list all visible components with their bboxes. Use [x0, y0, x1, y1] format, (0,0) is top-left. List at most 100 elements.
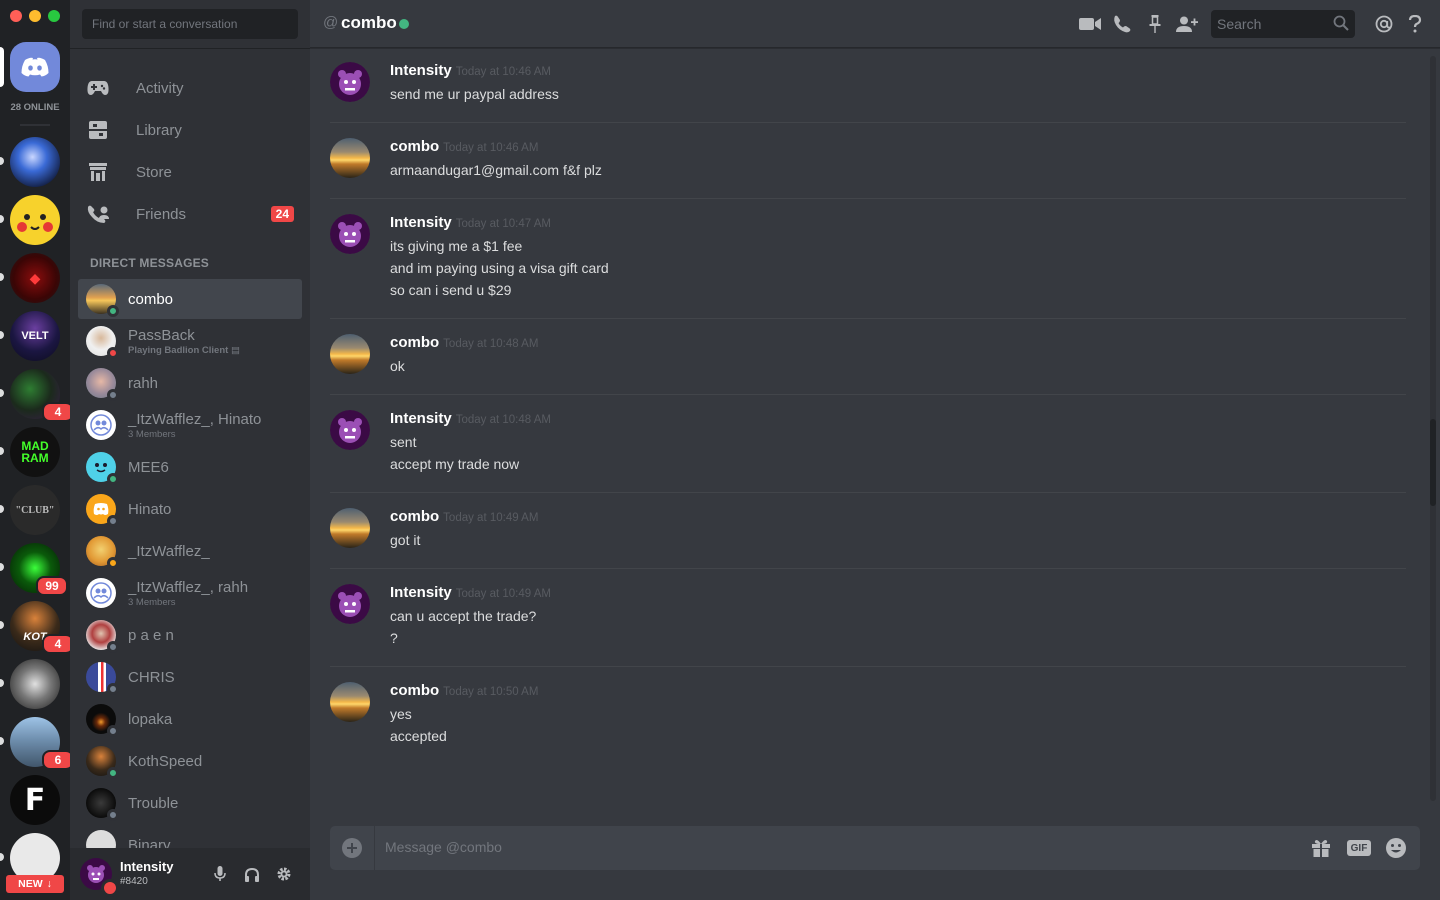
dm-item-rahh[interactable]: rahh	[78, 363, 302, 403]
message-author[interactable]: Intensity	[390, 410, 452, 427]
dm-name: _ItzWafflez_, rahh	[128, 578, 249, 596]
nav-label: Store	[136, 163, 172, 181]
message-author[interactable]: Intensity	[390, 62, 452, 79]
guild-icon-1[interactable]	[10, 137, 60, 187]
message-avatar[interactable]	[330, 584, 370, 624]
emoji-icon[interactable]	[1385, 836, 1407, 860]
guild-pikachu-icon[interactable]	[10, 195, 60, 245]
mee6-face-icon	[95, 463, 107, 473]
nav-friends[interactable]: Friends 24	[78, 194, 302, 234]
message-author[interactable]: combo	[390, 682, 439, 699]
status-offline-indicator	[107, 389, 119, 401]
message-author-row: Intensity Today at 10:49 AM	[390, 584, 551, 601]
dm-name: PassBack	[128, 326, 195, 344]
dm-item-trouble[interactable]: Trouble	[78, 783, 302, 823]
message-avatar[interactable]	[330, 334, 370, 374]
maximize-window-button[interactable]	[48, 10, 60, 22]
message-input[interactable]: Message @combo	[385, 839, 502, 855]
message-avatar[interactable]	[330, 410, 370, 450]
message-avatar[interactable]	[330, 62, 370, 102]
dm-item-group-wafflez-rahh[interactable]: _ItzWafflez_, rahh 3 Members	[78, 573, 302, 613]
guild-mention-badge: 99	[36, 576, 68, 596]
store-icon	[86, 160, 110, 184]
user-tag: #8420	[120, 876, 148, 887]
gift-icon[interactable]	[1311, 836, 1331, 860]
add-friend-to-dm-icon[interactable]	[1175, 12, 1199, 36]
message-avatar[interactable]	[330, 138, 370, 178]
message-divider	[330, 318, 1406, 319]
find-conversation-input[interactable]: Find or start a conversation	[82, 9, 298, 39]
dm-item-chris[interactable]: CHRIS	[78, 657, 302, 697]
gamepad-icon	[86, 76, 110, 100]
message-author[interactable]: Intensity	[390, 584, 452, 601]
settings-gear-icon[interactable]	[274, 864, 294, 884]
dm-item-combo[interactable]: combo	[78, 279, 302, 319]
dm-item-hinato[interactable]: Hinato	[78, 489, 302, 529]
message-text: accepted	[390, 728, 447, 744]
guild-unread-pill	[0, 215, 4, 223]
dm-item-passback[interactable]: PassBack Playing Badlion Client ▤	[78, 321, 302, 361]
guild-icon-3[interactable]: ◆	[10, 253, 60, 303]
guild-club-icon[interactable]: "CLUB"	[10, 485, 60, 535]
dm-item-mee6[interactable]: MEE6	[78, 447, 302, 487]
close-window-button[interactable]	[10, 10, 22, 22]
new-label: NEW	[18, 878, 43, 890]
dm-item-itzwafflez[interactable]: _ItzWafflez_	[78, 531, 302, 571]
chat-area: @ combo Search Intensity Today at 10:46 A…	[310, 0, 1440, 900]
game-icon: ▤	[230, 344, 240, 356]
pin-icon[interactable]	[1143, 12, 1167, 36]
dm-item-kothspeed[interactable]: KothSpeed	[78, 741, 302, 781]
headphones-icon[interactable]	[242, 864, 262, 884]
voice-call-icon[interactable]	[1110, 12, 1134, 36]
status-online-indicator	[399, 19, 409, 29]
message-avatar[interactable]	[330, 682, 370, 722]
message-author[interactable]: combo	[390, 138, 439, 155]
guild-unread-pill	[0, 157, 4, 165]
minimize-window-button[interactable]	[29, 10, 41, 22]
video-call-icon[interactable]	[1078, 12, 1102, 36]
message-avatar[interactable]	[330, 508, 370, 548]
message-avatar[interactable]	[330, 214, 370, 254]
microphone-icon[interactable]	[210, 864, 230, 884]
message-text: ok	[390, 358, 405, 374]
message-author[interactable]: combo	[390, 508, 439, 525]
dm-item-lopaka[interactable]: lopaka	[78, 699, 302, 739]
dm-item-group-wafflez-hinato[interactable]: _ItzWafflez_, Hinato 3 Members	[78, 405, 302, 445]
dm-name: lopaka	[128, 710, 173, 728]
guild-f-icon[interactable]: F	[10, 775, 60, 825]
guild-separator	[20, 124, 50, 126]
upload-plus-icon[interactable]	[342, 838, 362, 858]
scrollbar-thumb[interactable]	[1430, 419, 1436, 506]
guild-velt-icon[interactable]: VELT	[10, 311, 60, 361]
message-text: got it	[390, 532, 421, 548]
composer-divider	[374, 826, 375, 870]
avatar	[86, 536, 119, 569]
mentions-icon[interactable]	[1372, 12, 1396, 36]
guild-madram-icon[interactable]: MAD RAM	[10, 427, 60, 477]
avatar	[86, 452, 119, 485]
home-button[interactable]	[10, 42, 60, 92]
nav-library[interactable]: Library	[78, 110, 302, 150]
guild-unread-pill	[0, 505, 4, 513]
search-input[interactable]: Search	[1211, 10, 1355, 38]
message-author[interactable]: combo	[390, 334, 439, 351]
message-text: armaandugar1@gmail.com f&f plz	[390, 162, 602, 178]
nav-store[interactable]: Store	[78, 152, 302, 192]
message-divider	[330, 666, 1406, 667]
new-unreads-badge[interactable]: NEW ↓	[6, 875, 64, 893]
message-text: so can i send u $29	[390, 282, 512, 298]
message-text: sent	[390, 434, 417, 450]
home-selected-pill	[0, 47, 4, 87]
help-icon[interactable]	[1403, 12, 1427, 36]
discord-default-avatar-icon	[93, 503, 109, 515]
gif-button[interactable]: GIF	[1347, 840, 1371, 856]
guild-wolf-icon[interactable]	[10, 659, 60, 709]
message-author[interactable]: Intensity	[390, 214, 452, 231]
search-icon	[1333, 15, 1349, 34]
dm-item-paen[interactable]: p a e n	[78, 615, 302, 655]
message-scrollbar[interactable]	[1430, 56, 1436, 801]
message-timestamp: Today at 10:47 AM	[455, 218, 551, 230]
message-author-row: combo Today at 10:49 AM	[390, 508, 538, 525]
nav-activity[interactable]: Activity	[78, 68, 302, 108]
message-author-row: Intensity Today at 10:47 AM	[390, 214, 551, 231]
